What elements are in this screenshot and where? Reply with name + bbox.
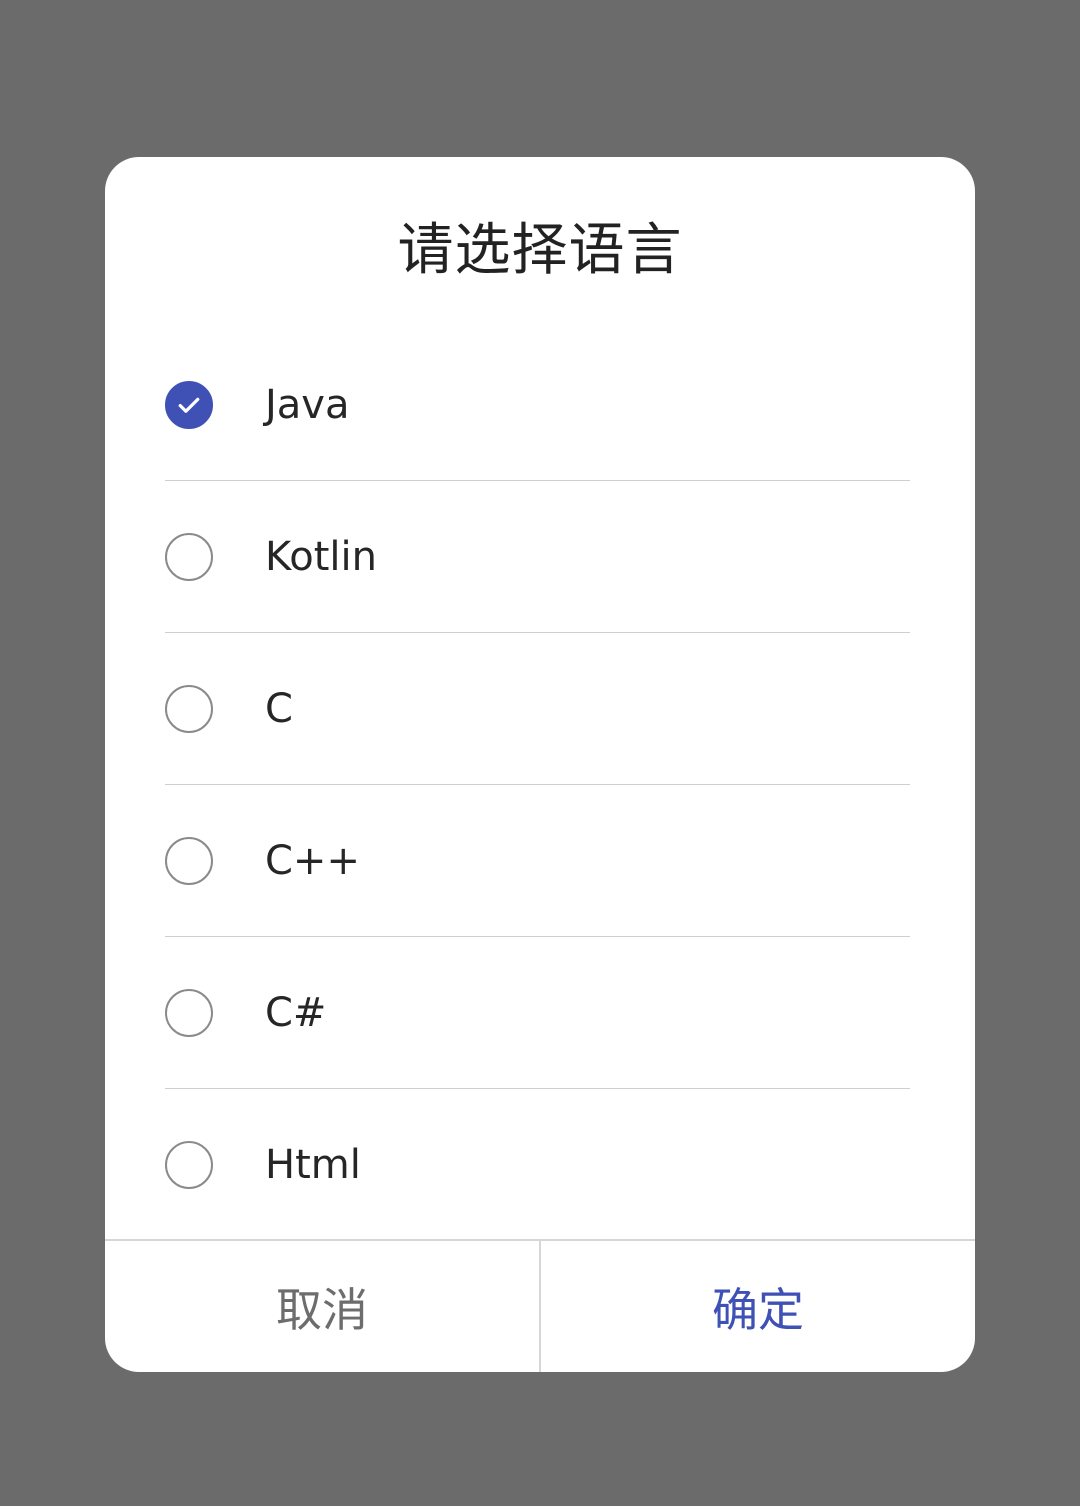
option-kotlin[interactable]: Kotlin (165, 481, 910, 633)
option-java[interactable]: Java (165, 329, 910, 481)
radio-unchecked-icon[interactable] (165, 988, 213, 1037)
option-c[interactable]: C (165, 633, 910, 785)
option-label: C# (265, 989, 327, 1036)
option-csharp[interactable]: C# (165, 937, 910, 1089)
cancel-button[interactable]: 取消 (105, 1241, 541, 1372)
radio-unchecked-icon[interactable] (165, 1140, 213, 1189)
radio-checked-icon[interactable] (165, 380, 213, 429)
option-cpp[interactable]: C++ (165, 785, 910, 937)
radio-unchecked-icon[interactable] (165, 836, 213, 885)
language-dialog: 请选择语言 Java Kotlin C C++ C# Html 取消 确定 (105, 157, 975, 1372)
option-label: C++ (265, 837, 360, 884)
radio-unchecked-icon[interactable] (165, 532, 213, 581)
dialog-button-bar: 取消 确定 (105, 1239, 975, 1372)
language-options-list: Java Kotlin C C++ C# Html (165, 329, 910, 1240)
option-label: Html (265, 1141, 361, 1188)
radio-unchecked-icon[interactable] (165, 684, 213, 733)
option-label: Java (265, 381, 350, 428)
option-html[interactable]: Html (165, 1089, 910, 1240)
dialog-title: 请选择语言 (397, 218, 683, 283)
option-label: Kotlin (265, 533, 377, 580)
option-label: C (265, 685, 293, 732)
confirm-button[interactable]: 确定 (541, 1241, 975, 1372)
